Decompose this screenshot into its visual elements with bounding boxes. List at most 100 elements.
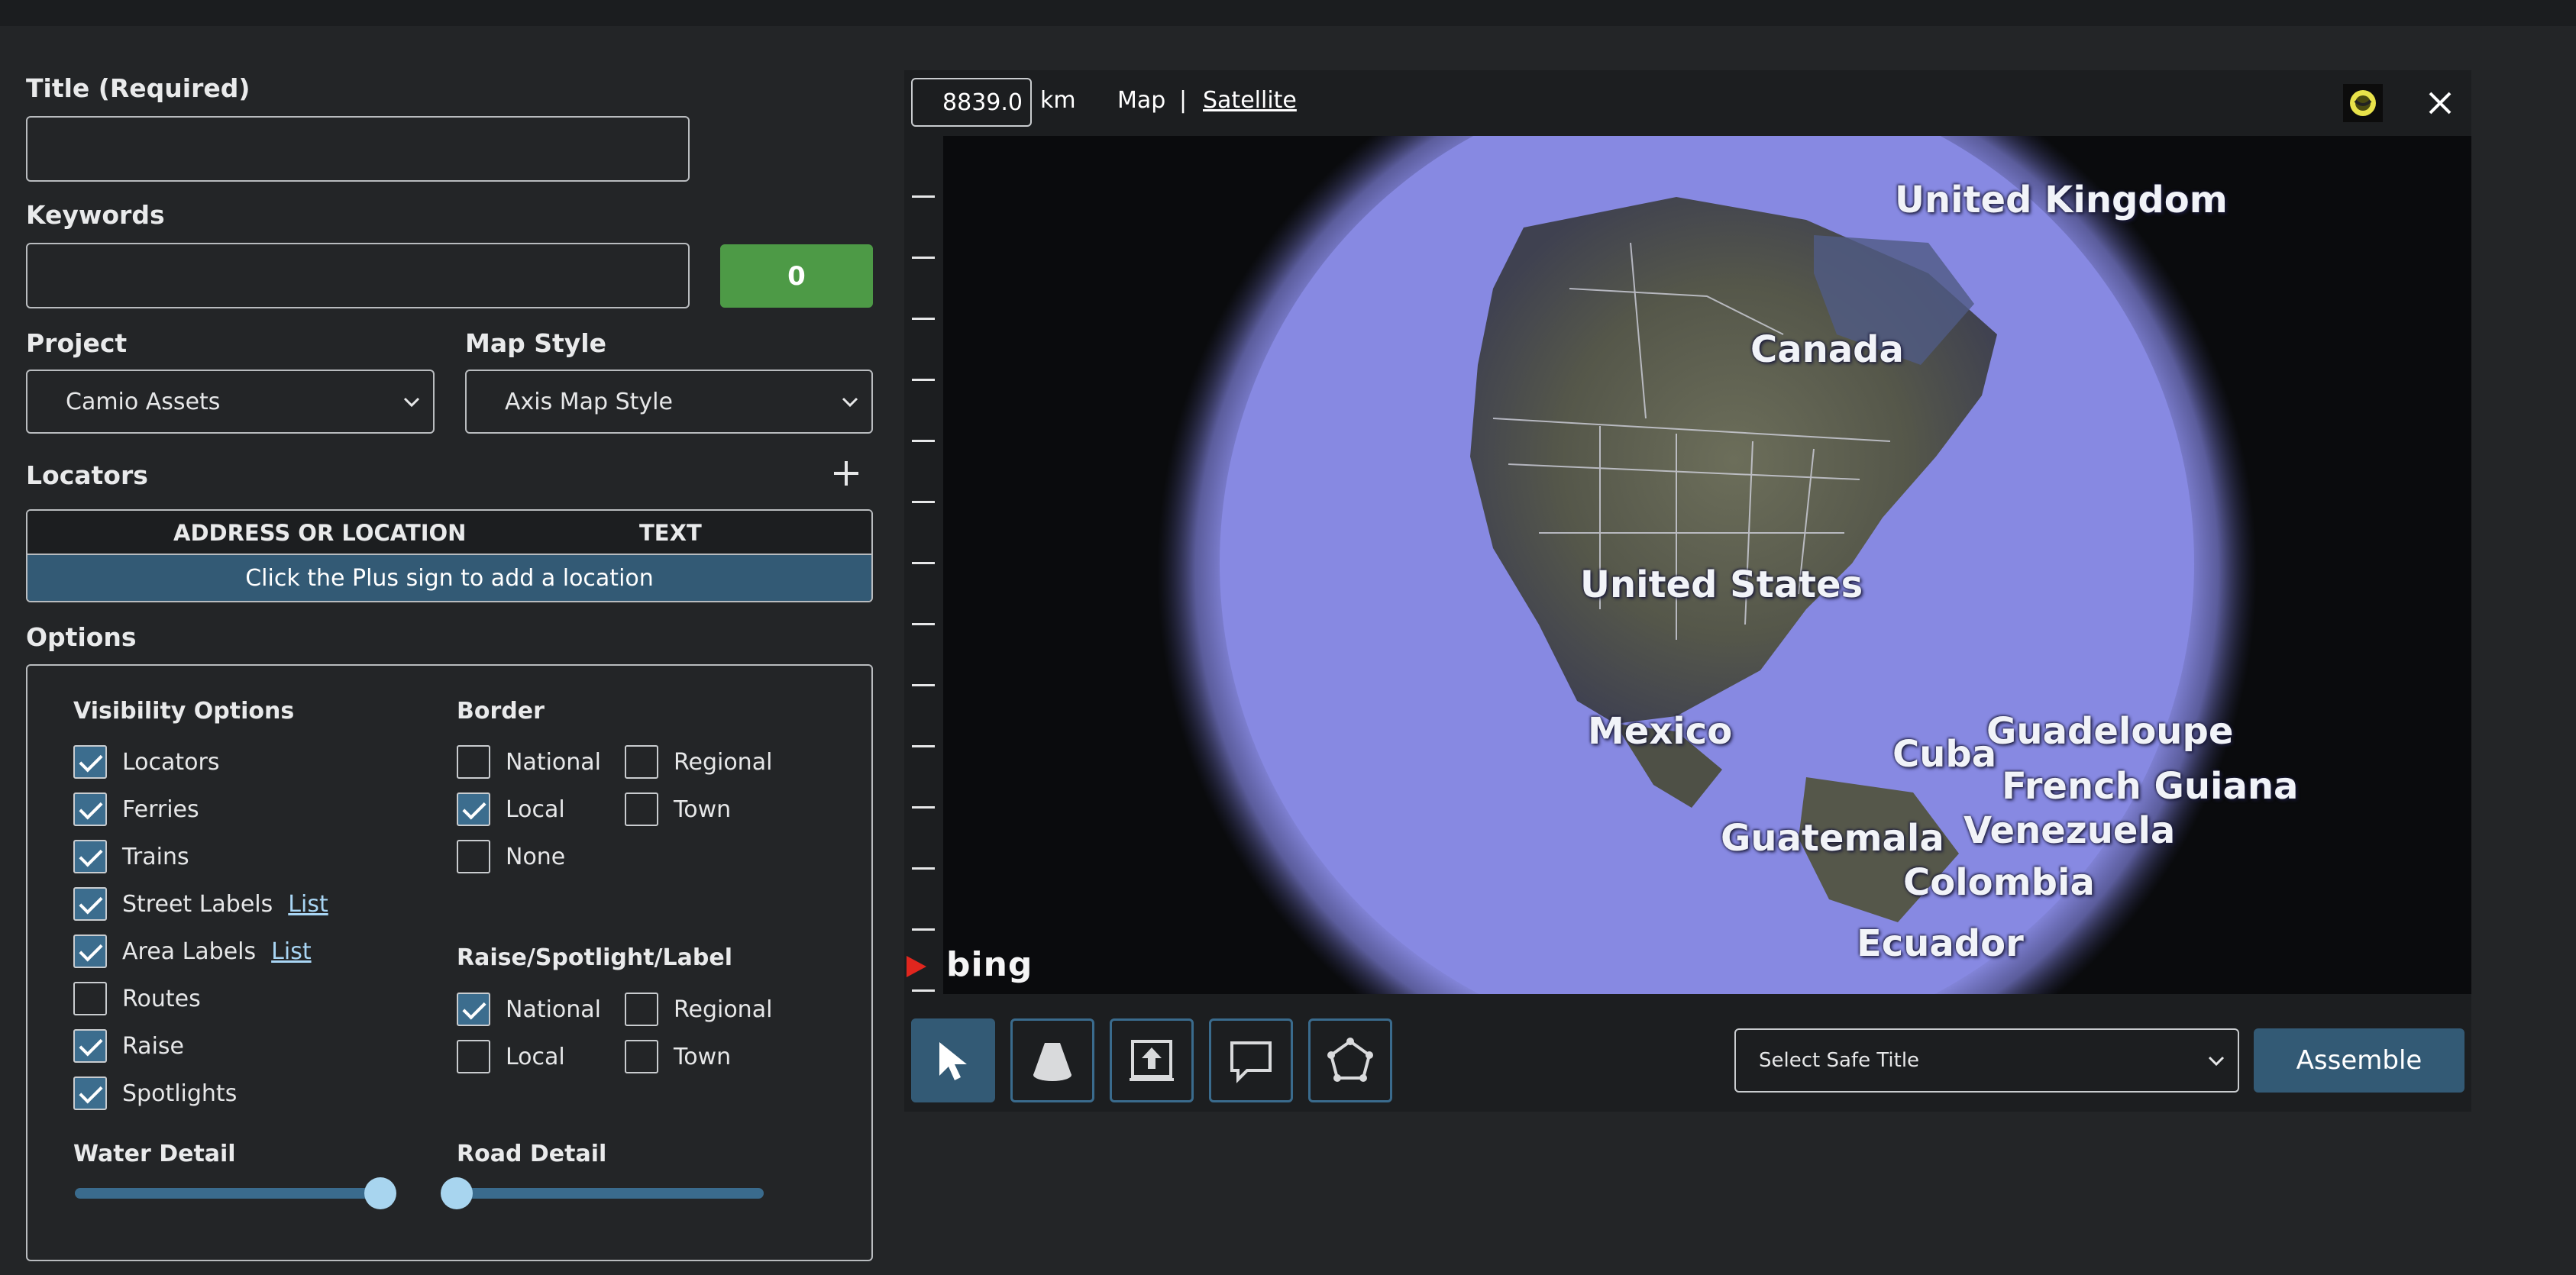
checkbox-box[interactable]	[457, 745, 490, 779]
checkbox-label: Regional	[674, 996, 773, 1023]
checkbox-box[interactable]	[457, 840, 490, 873]
visibility-routes-checkbox[interactable]: Routes	[73, 980, 201, 1017]
checkbox-box[interactable]	[457, 792, 490, 826]
safe-title-select[interactable]: Select Safe Title	[1734, 1028, 2239, 1093]
road-detail-slider[interactable]	[457, 1188, 764, 1199]
project-select[interactable]: Camio Assets	[26, 370, 435, 434]
checkbox-label: Raise	[122, 1032, 184, 1060]
checkbox-box[interactable]	[73, 934, 107, 968]
border-local-checkbox[interactable]: Local	[457, 791, 565, 828]
country-label-mexico: Mexico	[1588, 710, 1733, 753]
keywords-field[interactable]	[26, 243, 690, 308]
locators-table-header: ADDRESS OR LOCATION TEXT	[27, 511, 871, 554]
checkbox-label: Ferries	[122, 796, 199, 823]
border-none-checkbox[interactable]: None	[457, 838, 565, 875]
spotlight-tool-button[interactable]	[1010, 1018, 1094, 1102]
visibility-spotlights-checkbox[interactable]: Spotlights	[73, 1075, 237, 1112]
eye-icon[interactable]	[2343, 84, 2383, 122]
scale-tick	[912, 806, 935, 809]
border-town-checkbox[interactable]: Town	[625, 791, 731, 828]
visibility-locators-checkbox[interactable]: Locators	[73, 744, 220, 780]
column-header-text: TEXT	[639, 520, 702, 546]
zoom-unit: km	[1040, 87, 1076, 114]
polygon-tool-button[interactable]	[1308, 1018, 1392, 1102]
title-field[interactable]	[26, 116, 690, 182]
checkbox-box[interactable]	[625, 745, 658, 779]
scale-tick	[912, 501, 935, 503]
polygon-icon	[1327, 1038, 1373, 1082]
checkbox-box[interactable]	[73, 887, 107, 921]
add-location-plus-icon[interactable]	[831, 458, 861, 489]
road-detail-label: Road Detail	[457, 1141, 607, 1167]
area-labels-list-link[interactable]: List	[271, 938, 311, 965]
checkbox-box[interactable]	[625, 993, 658, 1026]
checkbox-label: Trains	[122, 843, 189, 870]
close-icon[interactable]	[2424, 87, 2456, 119]
keywords-input[interactable]	[27, 244, 688, 307]
chevron-down-icon	[842, 397, 858, 408]
checkbox-label: None	[506, 843, 566, 870]
raise-town-checkbox[interactable]: Town	[625, 1038, 731, 1075]
zoom-scale-bar[interactable]	[904, 136, 942, 992]
assemble-button[interactable]: Assemble	[2254, 1028, 2464, 1093]
checkbox-box[interactable]	[73, 840, 107, 873]
options-panel: Visibility Options Locators Ferries Trai…	[26, 664, 873, 1261]
visibility-ferries-checkbox[interactable]: Ferries	[73, 791, 199, 828]
checkbox-box[interactable]	[625, 1040, 658, 1073]
border-regional-checkbox[interactable]: Regional	[625, 744, 772, 780]
checkbox-box[interactable]	[457, 993, 490, 1026]
border-label: Border	[457, 698, 545, 725]
road-detail-slider-thumb[interactable]	[441, 1177, 473, 1209]
checkbox-box[interactable]	[73, 792, 107, 826]
checkbox-box[interactable]	[73, 745, 107, 779]
map-mode-link[interactable]: Map	[1117, 87, 1165, 114]
country-label-venezuela: Venezuela	[1964, 809, 2176, 852]
checkbox-label: Spotlights	[122, 1080, 238, 1107]
border-national-checkbox[interactable]: National	[457, 744, 601, 780]
scale-tick	[912, 989, 935, 992]
raise-upload-icon	[1130, 1040, 1174, 1081]
street-labels-list-link[interactable]: List	[288, 891, 328, 918]
cursor-arrow-icon	[939, 1042, 967, 1080]
visibility-raise-checkbox[interactable]: Raise	[73, 1028, 184, 1064]
label-tool-button[interactable]	[1209, 1018, 1293, 1102]
zoom-distance-field[interactable]: 8839.0	[911, 78, 1032, 127]
keyword-count-button[interactable]: 0	[720, 244, 873, 308]
water-detail-label: Water Detail	[73, 1141, 236, 1167]
checkbox-label: Regional	[674, 748, 773, 776]
country-label-united-states: United States	[1580, 563, 1863, 606]
speech-bubble-icon	[1230, 1041, 1272, 1083]
country-label-french-guiana: French Guiana	[2002, 765, 2299, 808]
map-style-select[interactable]: Axis Map Style	[465, 370, 873, 434]
water-detail-slider-thumb[interactable]	[364, 1177, 396, 1209]
checkbox-label: Area Labels	[122, 938, 257, 965]
raise-national-checkbox[interactable]: National	[457, 991, 601, 1028]
project-select-value: Camio Assets	[66, 388, 221, 415]
checkbox-box[interactable]	[73, 1029, 107, 1063]
scale-tick	[912, 318, 935, 320]
scale-tick	[912, 440, 935, 442]
checkbox-box[interactable]	[73, 982, 107, 1015]
title-input[interactable]	[27, 118, 688, 180]
raise-tool-button[interactable]	[1110, 1018, 1194, 1102]
raise-regional-checkbox[interactable]: Regional	[625, 991, 772, 1028]
checkbox-box[interactable]	[457, 1040, 490, 1073]
scale-tick	[912, 195, 935, 198]
raise-local-checkbox[interactable]: Local	[457, 1038, 565, 1075]
select-tool-button[interactable]	[911, 1018, 995, 1102]
country-label-ecuador: Ecuador	[1857, 922, 2024, 965]
visibility-area-labels-checkbox[interactable]: Area Labels List	[73, 933, 312, 970]
checkbox-label: Street Labels	[122, 890, 273, 918]
satellite-mode-link[interactable]: Satellite	[1203, 87, 1297, 114]
visibility-trains-checkbox[interactable]: Trains	[73, 838, 189, 875]
visibility-street-labels-checkbox[interactable]: Street Labels List	[73, 886, 328, 922]
checkbox-label: Local	[506, 1043, 565, 1070]
chevron-down-icon	[403, 397, 420, 408]
checkbox-box[interactable]	[625, 792, 658, 826]
water-detail-slider[interactable]	[75, 1188, 380, 1199]
zoom-level-marker[interactable]	[907, 956, 926, 977]
scale-tick	[912, 257, 935, 259]
map-style-label: Map Style	[465, 328, 606, 358]
checkbox-box[interactable]	[73, 1076, 107, 1110]
satellite-map-view[interactable]: United Kingdom Canada United States Mexi…	[943, 136, 2471, 994]
